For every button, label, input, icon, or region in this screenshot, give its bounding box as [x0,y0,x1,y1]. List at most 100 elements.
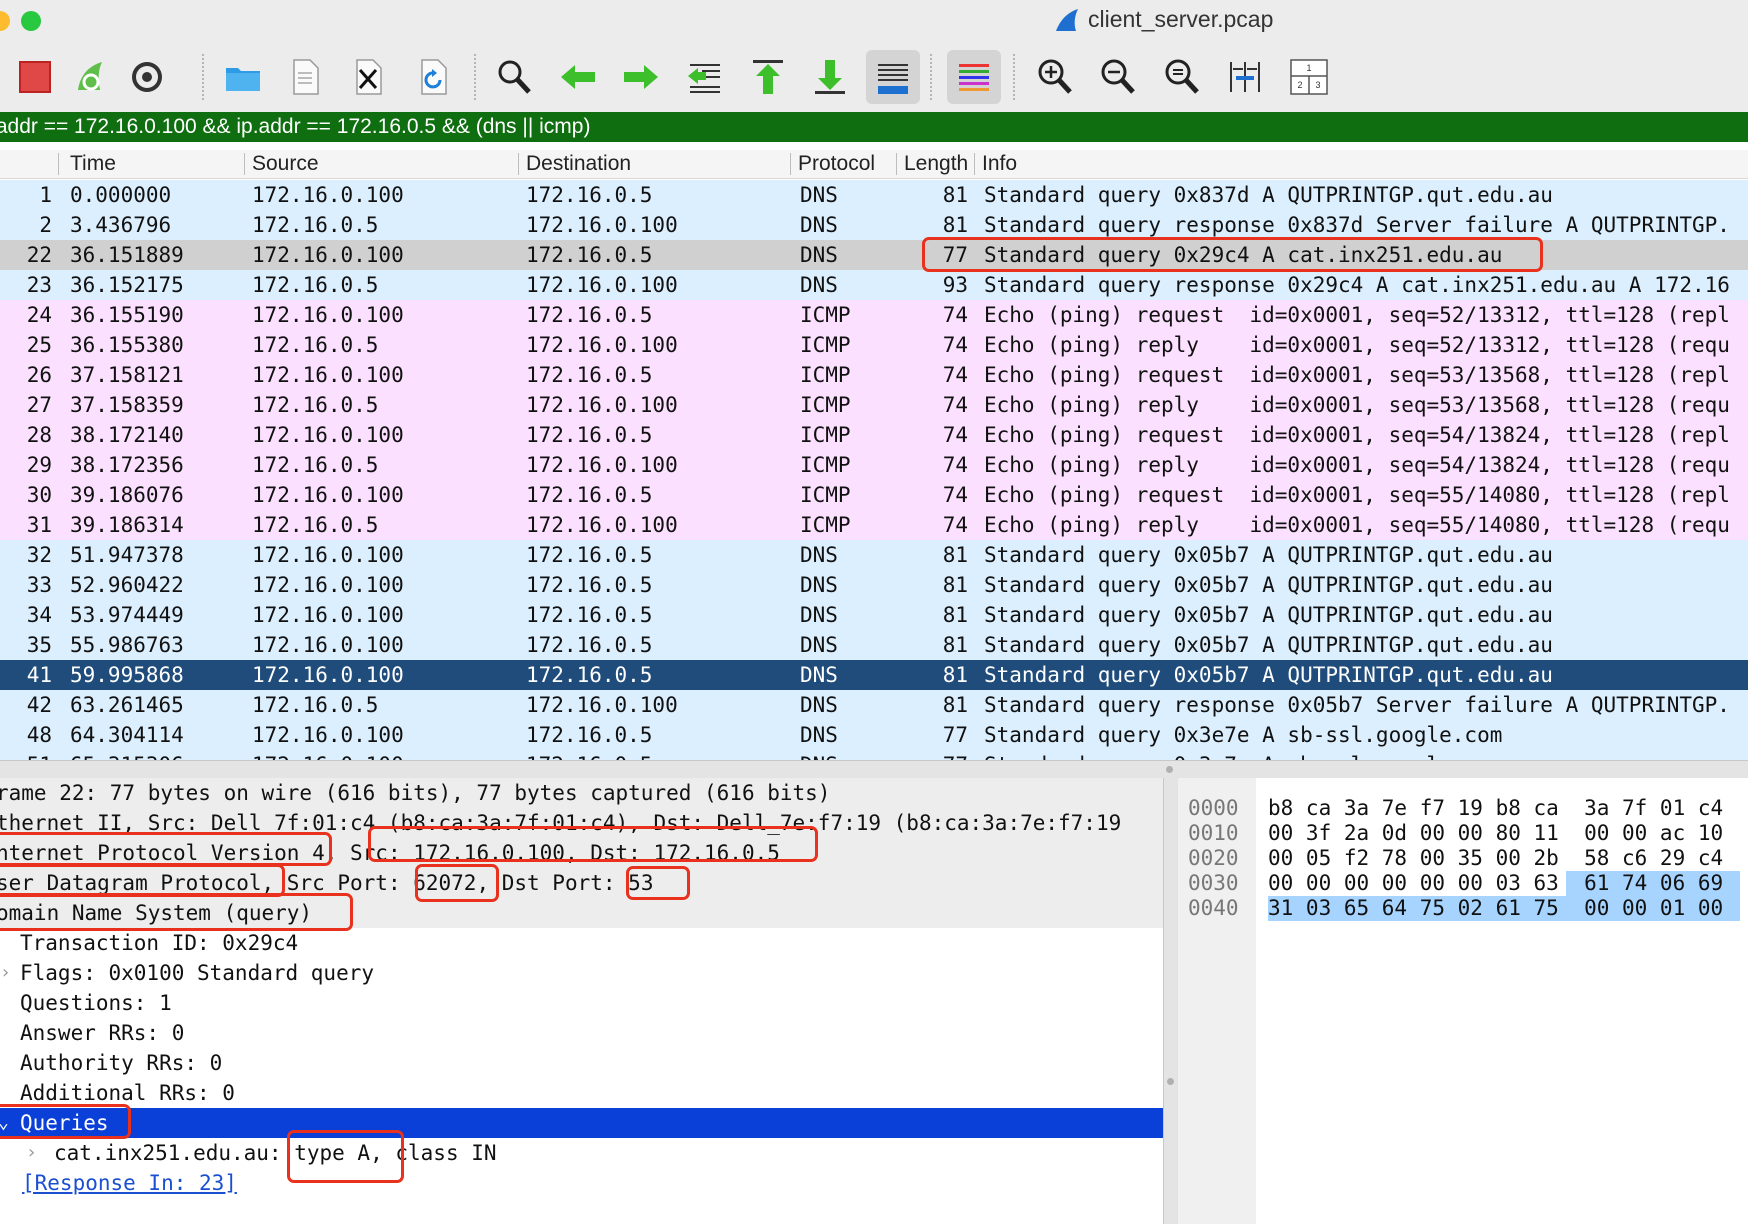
table-row[interactable]: 33 52.960422 172.16.0.100 172.16.0.5 DNS 81 St… [0,570,1748,600]
packet-info: Echo (ping) request id=0x0001, seq=53/13… [984,363,1730,387]
table-row[interactable]: 30 39.186076 172.16.0.100 172.16.0.5 ICMP 74 E… [0,480,1748,510]
autoscroll-button[interactable] [866,50,920,104]
go-back-button[interactable] [551,50,605,104]
bytes-hex[interactable]: 00 05 f2 78 00 35 00 2b 58 c6 29 c4 [1268,846,1723,871]
column-header-destination[interactable]: Destination [526,150,631,178]
table-row[interactable]: 26 37.158121 172.16.0.100 172.16.0.5 ICMP 74 E… [0,360,1748,390]
table-row[interactable]: 24 36.155190 172.16.0.100 172.16.0.5 ICMP 74 E… [0,300,1748,330]
normal-size-button[interactable] [1155,50,1209,104]
find-packet-icon [498,60,531,94]
column-header-source[interactable]: Source [252,150,319,178]
main-toolbar: 12 3 [0,42,1748,113]
detail-response-in[interactable]: [Response In: 23] [0,1168,1163,1198]
packet-info: Standard query 0x29c4 A cat.inx251.edu.a… [984,243,1503,267]
chevron-down-icon[interactable]: ⌄ [0,1108,9,1138]
detail-questions[interactable]: Questions: 1 [0,988,1163,1018]
detail-additional-rrs[interactable]: Additional RRs: 0 [0,1078,1163,1108]
open-file-icon [226,68,260,91]
response-in-link[interactable]: [Response In: 23] [22,1168,237,1198]
colorize-button[interactable] [947,50,1001,104]
find-packet-button[interactable] [487,50,541,104]
chevron-right-icon[interactable]: › [26,1138,37,1168]
pane-splitter[interactable] [1163,778,1179,1224]
column-header-length[interactable]: Length [904,150,970,178]
save-file-icon [293,59,319,95]
detail-dns[interactable]: omain Name System (query) [0,898,1163,928]
bytes-offset: 0040 [1188,896,1239,920]
detail-queries-text: Queries [20,1111,109,1135]
packet-length: 74 [942,423,968,447]
packet-time: 59.995868 [70,663,184,687]
table-row[interactable]: 23 36.152175 172.16.0.5 172.16.0.100 DNS 93 St… [0,270,1748,300]
go-to-packet-button[interactable] [678,50,732,104]
detail-ip[interactable]: nternet Protocol Version 4, Src: 172.16.… [0,838,1163,868]
detail-answer-rrs[interactable]: Answer RRs: 0 [0,1018,1163,1048]
table-row[interactable]: 34 53.974449 172.16.0.100 172.16.0.5 DNS 81 St… [0,600,1748,630]
packet-number: 31 [26,513,52,537]
detail-frame[interactable]: rame 22: 77 bytes on wire (616 bits), 77… [0,778,1163,808]
detail-flags[interactable]: › Flags: 0x0100 Standard query [0,958,1163,988]
table-row[interactable]: 42 63.261465 172.16.0.5 172.16.0.100 DNS 81 St… [0,690,1748,720]
packet-number: 32 [26,543,52,567]
resize-columns-button[interactable] [1218,50,1272,104]
zoom-out-icon [1101,59,1135,94]
table-row[interactable]: 41 59.995868 172.16.0.100 172.16.0.5 DNS 81 St… [0,660,1748,690]
bytes-hex[interactable]: 00 3f 2a 0d 00 00 80 11 00 00 ac 10 [1268,821,1723,846]
detail-authority-rrs[interactable]: Authority RRs: 0 [0,1048,1163,1078]
go-forward-button[interactable] [614,50,668,104]
layout-button[interactable]: 12 3 [1282,50,1336,104]
last-packet-button[interactable] [803,50,857,104]
reload-file-button[interactable] [406,50,460,104]
display-filter-input[interactable]: .addr == 172.16.0.100 && ip.addr == 172.… [0,112,1748,142]
packet-details-pane[interactable]: rame 22: 77 bytes on wire (616 bits), 77… [0,778,1163,1224]
minimize-window-button[interactable] [0,11,10,31]
packet-time: 0.000000 [70,183,172,207]
detail-ethernet[interactable]: thernet II, Src: Dell_7f:01:c4 (b8:ca:3a… [0,808,1163,838]
packet-bytes-pane[interactable]: 0000 b8 ca 3a 7e f7 19 b8 ca 3a 7f 01 c4 0… [1178,778,1748,1224]
zoom-window-button[interactable] [21,11,41,31]
column-header-info[interactable]: Info [982,150,1017,178]
detail-udp[interactable]: ser Datagram Protocol, Src Port: 62072, … [0,868,1163,898]
column-header-protocol[interactable]: Protocol [798,150,875,178]
table-row[interactable]: 25 36.155380 172.16.0.5 172.16.0.100 ICMP 74 E… [0,330,1748,360]
table-row[interactable]: 31 39.186314 172.16.0.5 172.16.0.100 ICMP 74 E… [0,510,1748,540]
stop-capture-button[interactable] [8,50,62,104]
table-row[interactable]: 35 55.986763 172.16.0.100 172.16.0.5 DNS 81 St… [0,630,1748,660]
table-row[interactable]: 48 64.304114 172.16.0.100 172.16.0.5 DNS 77 St… [0,720,1748,750]
packet-destination: 172.16.0.100 [526,513,678,537]
table-row[interactable]: 22 36.151889 172.16.0.100 172.16.0.5 DNS 77 St… [0,240,1748,270]
table-row[interactable]: 2 3.436796 172.16.0.5 172.16.0.100 DNS 81 Stan… [0,210,1748,240]
close-file-button[interactable] [341,50,395,104]
bytes-hex[interactable]: b8 ca 3a 7e f7 19 b8 ca 3a 7f 01 c4 [1268,796,1723,821]
open-file-button[interactable] [216,50,270,104]
bytes-hex[interactable]: 00 00 00 00 00 00 03 63 61 74 06 69 [1268,871,1723,896]
packet-source: 172.16.0.5 [252,213,379,237]
pane-splitter[interactable] [0,760,1748,780]
table-row[interactable]: 27 37.158359 172.16.0.5 172.16.0.100 ICMP 74 E… [0,390,1748,420]
packet-destination: 172.16.0.5 [526,483,653,507]
table-row[interactable]: 51 65.315306 172.16.0.100 172.16.0.5 DNS 77 St… [0,750,1748,760]
column-header-time[interactable]: Time [70,150,116,178]
table-row[interactable]: 28 38.172140 172.16.0.100 172.16.0.5 ICMP 74 E… [0,420,1748,450]
bytes-hex[interactable]: 31 03 65 64 75 02 61 75 00 00 01 00 [1268,896,1723,921]
restart-capture-button[interactable] [64,50,118,104]
detail-queries[interactable]: ⌄ Queries [0,1108,1163,1138]
table-row[interactable]: 1 0.000000 172.16.0.100 172.16.0.5 DNS 81 Stan… [0,180,1748,210]
save-file-button[interactable] [278,50,332,104]
chevron-right-icon[interactable]: › [0,958,11,988]
table-row[interactable]: 29 38.172356 172.16.0.5 172.16.0.100 ICMP 74 E… [0,450,1748,480]
zoom-in-button[interactable] [1028,50,1082,104]
packet-time: 55.986763 [70,633,184,657]
zoom-out-button[interactable] [1091,50,1145,104]
table-row[interactable]: 32 51.947378 172.16.0.100 172.16.0.5 DNS 81 St… [0,540,1748,570]
reload-file-icon [421,59,447,95]
detail-transaction-id[interactable]: Transaction ID: 0x29c4 [0,928,1163,958]
detail-query-entry[interactable]: › cat.inx251.edu.au: type A, class IN [0,1138,1163,1168]
capture-options-button[interactable] [120,50,174,104]
packet-time: 39.186314 [70,513,184,537]
packet-list[interactable]: Time Source Destination Protocol Length … [0,142,1748,760]
detail-additional-rrs-text: Additional RRs: 0 [20,1081,235,1105]
detail-query-type: type A, [294,1141,383,1165]
svg-text:3: 3 [1315,80,1320,90]
first-packet-button[interactable] [741,50,795,104]
